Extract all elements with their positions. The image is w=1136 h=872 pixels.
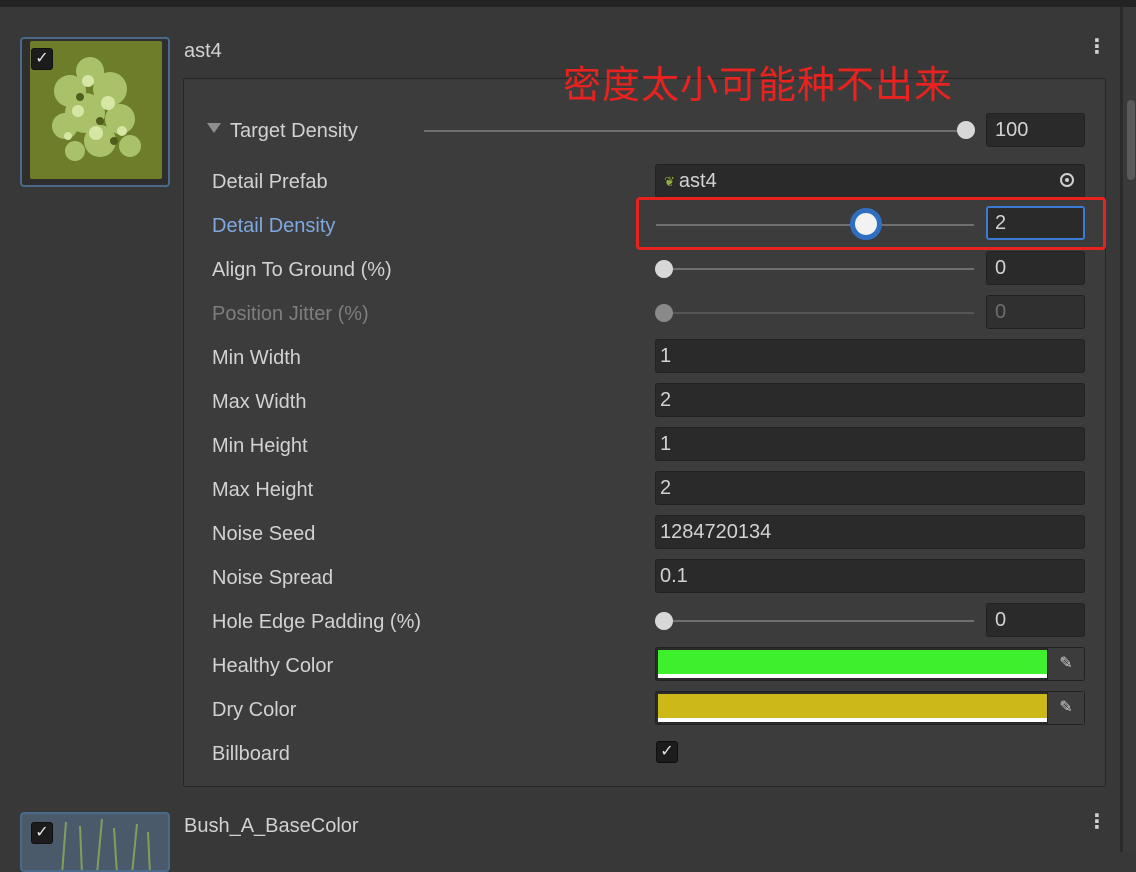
target-density-input[interactable]: 100 [986, 113, 1085, 147]
billboard-checkbox[interactable]: ✓ [656, 741, 678, 763]
max-width-input[interactable]: 2 [655, 383, 1085, 417]
detail-density-label: Detail Density [212, 215, 336, 237]
min-width-input[interactable]: 1 [655, 339, 1085, 373]
hole-edge-padding-input[interactable]: 0 [986, 603, 1085, 637]
annotation-text: 密度太小可能种不出来 [563, 63, 954, 107]
noise-seed-label: Noise Seed [212, 523, 316, 545]
noise-seed-input[interactable]: 1284720134 [655, 515, 1085, 549]
position-jitter-knob [655, 304, 673, 322]
item2-menu-icon[interactable]: ⋮ [1087, 812, 1107, 832]
annotation-highlight-box [636, 197, 1106, 250]
item2-title: Bush_A_BaseColor [184, 815, 359, 837]
healthy-color-alpha-bar [658, 674, 1048, 678]
detail-prefab-field[interactable]: ❦ ast4 [655, 164, 1085, 198]
healthy-color-label: Healthy Color [212, 655, 334, 677]
dry-color-swatch[interactable] [658, 694, 1048, 718]
noise-spread-input[interactable]: 0.1 [655, 559, 1085, 593]
dry-color-label: Dry Color [212, 699, 297, 721]
max-height-label: Max Height [212, 479, 314, 501]
eyedropper-icon[interactable]: ✎ [1047, 648, 1084, 680]
hole-edge-padding-track[interactable] [656, 620, 974, 622]
align-to-ground-knob[interactable] [655, 260, 673, 278]
foldout-triangle-icon[interactable] [207, 123, 221, 133]
window-top-edge [0, 0, 1136, 7]
min-width-label: Min Width [212, 347, 301, 369]
healthy-color-field[interactable]: ✎ [655, 647, 1085, 681]
dry-color-field[interactable]: ✎ [655, 691, 1085, 725]
min-height-input[interactable]: 1 [655, 427, 1085, 461]
target-density-knob[interactable] [957, 121, 975, 139]
healthy-color-swatch[interactable] [658, 650, 1048, 674]
leaf-icon: ❦ [664, 174, 675, 189]
eyedropper-icon[interactable]: ✎ [1047, 692, 1084, 724]
position-jitter-track [656, 312, 974, 314]
hole-edge-padding-label: Hole Edge Padding (%) [212, 611, 422, 633]
item2-enabled-checkbox[interactable]: ✓ [31, 822, 53, 844]
position-jitter-label: Position Jitter (%) [212, 303, 369, 325]
object-picker-target-icon[interactable] [1060, 173, 1074, 187]
dry-color-alpha-bar [658, 718, 1048, 722]
item-title: ast4 [184, 40, 222, 62]
align-to-ground-label: Align To Ground (%) [212, 259, 392, 281]
item-enabled-checkbox[interactable]: ✓ [31, 48, 53, 70]
detail-prefab-label: Detail Prefab [212, 171, 328, 193]
scrollbar-thumb[interactable] [1127, 100, 1135, 180]
max-width-label: Max Width [212, 391, 307, 413]
min-height-label: Min Height [212, 435, 308, 457]
billboard-label: Billboard [212, 743, 290, 765]
hole-edge-padding-knob[interactable] [655, 612, 673, 630]
align-to-ground-track[interactable] [656, 268, 974, 270]
item-menu-icon[interactable]: ⋮ [1087, 37, 1107, 57]
align-to-ground-input[interactable]: 0 [986, 251, 1085, 285]
max-height-input[interactable]: 2 [655, 471, 1085, 505]
target-density-track[interactable] [424, 130, 968, 132]
noise-spread-label: Noise Spread [212, 567, 334, 589]
target-density-label[interactable]: Target Density [230, 119, 358, 143]
detail-prefab-value: ast4 [678, 170, 717, 192]
position-jitter-input: 0 [986, 295, 1085, 329]
